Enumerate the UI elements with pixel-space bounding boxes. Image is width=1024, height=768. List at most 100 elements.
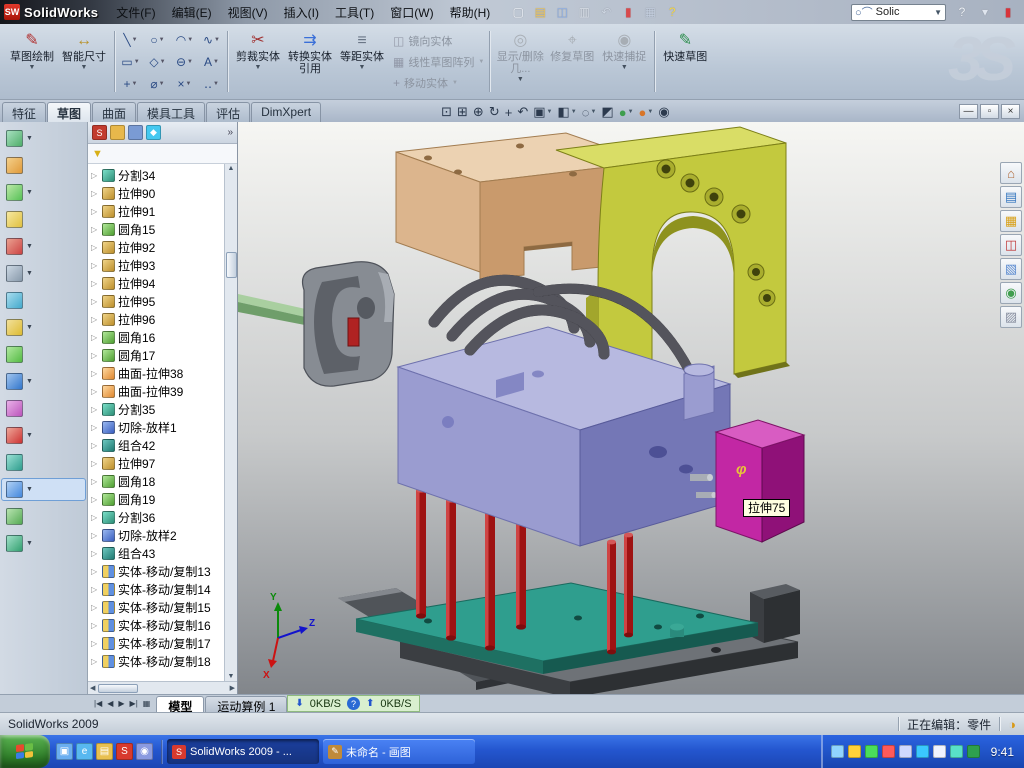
circle-tool-icon[interactable]: ○▼ [144,29,171,51]
left-tool-12[interactable]: ▼ [2,425,85,446]
tree-item[interactable]: ▷实体-移动/复制16 [88,616,224,634]
viewport-close-button[interactable]: × [1001,104,1020,119]
dropdown-arrow-icon[interactable]: ▼ [26,270,33,277]
help-icon[interactable]: ? [662,3,682,21]
menu-item[interactable]: 工具(T) [327,2,382,23]
tree-item[interactable]: ▷组合43 [88,544,224,562]
hose-fitting-block[interactable] [684,364,714,420]
menu-item[interactable]: 插入(I) [276,2,327,23]
left-tool-14[interactable]: ▼ [2,479,85,500]
convert-entities-button[interactable]: ⇉转换实体引用 [285,27,335,97]
folder-icon[interactable]: ▤ [96,743,113,760]
tree-item[interactable]: ▷拉伸97 [88,454,224,472]
dropdown-arrow-icon[interactable]: ▼ [26,540,33,547]
tray-icon[interactable] [831,745,844,758]
zoom-fit-icon[interactable]: ⊡ [440,104,453,120]
dropdown-arrow-icon[interactable]: ▼ [187,37,193,43]
expand-arrow-icon[interactable]: ▷ [91,639,99,648]
scene-icon[interactable]: ●▼ [638,105,655,120]
scroll-thumb[interactable] [98,684,138,693]
network-help-icon[interactable]: ? [347,697,360,710]
expand-arrow-icon[interactable]: ▷ [91,621,99,630]
dropdown-arrow-icon[interactable]: ▼ [159,81,165,87]
expand-arrow-icon[interactable]: ▷ [91,585,99,594]
dropdown-arrow-icon[interactable]: ▼ [26,324,33,331]
tree-item[interactable]: ▷实体-移动/复制13 [88,562,224,580]
dropdown-arrow-icon[interactable]: ▼ [132,37,138,43]
ellipse-tool-icon[interactable]: ⌀▼ [144,73,171,95]
search-input[interactable]: Solic [876,6,931,18]
open-icon[interactable]: ▤ [530,3,550,21]
rotate-view-icon[interactable]: ↻ [488,104,501,120]
dropdown-arrow-icon[interactable]: ▼ [26,189,33,196]
last-tab-button[interactable]: ▶| [128,699,140,708]
tree-item[interactable]: ▷拉伸94 [88,274,224,292]
menu-item[interactable]: 文件(F) [108,2,163,23]
left-tool-9[interactable] [2,344,85,365]
expand-arrow-icon[interactable]: ▷ [91,441,99,450]
dropdown-arrow-icon[interactable]: ▼ [621,64,628,71]
expand-arrow-icon[interactable]: ▷ [91,459,99,468]
tree-item[interactable]: ▷圆角18 [88,472,224,490]
dropdown-arrow-icon[interactable]: ▼ [478,59,484,65]
menu-item[interactable]: 帮助(H) [442,2,499,23]
expand-arrow-icon[interactable]: ▷ [91,369,99,378]
dropdown-arrow-icon[interactable]: ▼ [452,80,458,86]
dropdown-arrow-icon[interactable]: ▼ [26,135,33,142]
tree-item[interactable]: ▷圆角17 [88,346,224,364]
search-box[interactable]: ○⌒ Solic ▼ [851,4,946,21]
more-tools-icon[interactable]: ‥▼ [198,73,225,95]
display-delete-relations-button[interactable]: ◎显示/删除几...▼ [495,27,545,97]
collapse-bar-icon[interactable]: ▮ [998,3,1018,21]
tree-item[interactable]: ▷拉伸90 [88,184,224,202]
left-tool-11[interactable] [2,398,85,419]
taskpane-search-icon[interactable]: ◫ [1000,234,1022,256]
dropdown-arrow-icon[interactable]: ▼ [647,109,653,115]
tree-item[interactable]: ▷曲面-拉伸39 [88,382,224,400]
propertymanager-tab-icon[interactable] [110,125,125,140]
taskpane-resources-icon[interactable]: ⌂ [1000,162,1022,184]
line-tool-icon[interactable]: ╲▼ [117,29,144,51]
dropdown-arrow-icon[interactable]: ▼ [159,37,165,43]
undo-icon[interactable]: ↶ [596,3,616,21]
text-tool-icon[interactable]: A▼ [198,51,225,73]
smart-dimension-button[interactable]: ↔智能尺寸▼ [59,27,109,97]
tree-horizontal-scrollbar[interactable]: ◀ ▶ [88,681,237,694]
tab-surfaces[interactable]: 曲面 [92,102,136,122]
dropdown-arrow-icon[interactable]: ▼ [26,486,33,493]
expand-arrow-icon[interactable]: ▷ [91,531,99,540]
move-entities-button[interactable]: +移动实体▼ [390,74,487,91]
spline-tool-icon[interactable]: ∿▼ [198,29,225,51]
expand-arrow-icon[interactable]: ▷ [91,207,99,216]
save-icon[interactable]: ◫ [552,3,572,21]
left-tool-1[interactable]: ▼ [2,128,85,149]
pan-icon[interactable]: + [504,105,514,120]
rapid-sketch-button[interactable]: ✎快速草图 [660,27,710,97]
dropdown-arrow-icon[interactable]: ▼ [160,59,166,65]
tree-item[interactable]: ▷分割36 [88,508,224,526]
tray-icon[interactable] [916,745,929,758]
dropdown-arrow-icon[interactable]: ▼ [134,59,140,65]
featuremanager-tab-icon[interactable]: S [92,125,107,140]
polygon-tool-icon[interactable]: ◇▼ [144,51,171,73]
graphics-viewport[interactable]: φ Y Z X 拉伸75 ⌂▤▦◫▧◉▨ [238,122,1024,694]
expand-arrow-icon[interactable]: ▷ [91,225,99,234]
expand-arrow-icon[interactable]: ▷ [91,495,99,504]
tree-item[interactable]: ▷实体-移动/复制14 [88,580,224,598]
extrude75-block[interactable]: φ [716,420,804,542]
tree-vertical-scrollbar[interactable]: ▲ ▼ [224,164,237,681]
dropdown-arrow-icon[interactable]: ▼ [214,37,220,43]
tree-item[interactable]: ▷实体-移动/复制17 [88,634,224,652]
view-orientation-icon[interactable]: ▣▼ [532,104,553,120]
dropdown-arrow-icon[interactable]: ▼ [26,378,33,385]
tree-item[interactable]: ▷圆角15 [88,220,224,238]
arc-tool-icon[interactable]: ◠▼ [171,29,198,51]
tab-list-button[interactable]: ▦ [141,699,153,708]
viewport-minimize-button[interactable]: — [959,104,978,119]
tree-item[interactable]: ▷拉伸92 [88,238,224,256]
expand-arrow-icon[interactable]: ▷ [91,297,99,306]
menu-item[interactable]: 编辑(E) [164,2,220,23]
zoom-in-out-icon[interactable]: ⊕ [472,104,485,120]
ie-icon[interactable]: e [76,743,93,760]
rebuild-icon[interactable]: ▮ [618,3,638,21]
